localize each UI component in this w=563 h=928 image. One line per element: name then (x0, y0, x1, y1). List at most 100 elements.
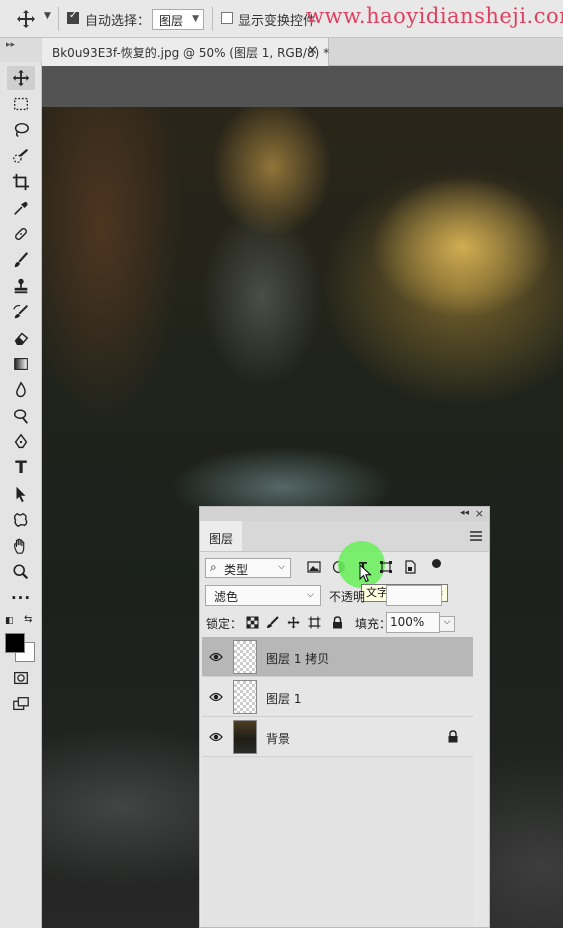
hand-icon (14, 538, 25, 554)
image-icon (307, 561, 321, 573)
panel-menu-icon[interactable] (470, 531, 482, 541)
layer-row[interactable]: 图层 1 拷贝 (202, 637, 473, 677)
screen-mode-button[interactable] (7, 692, 35, 716)
pen-icon (14, 433, 28, 449)
blur-tool[interactable] (7, 378, 35, 402)
filter-toggle-icon[interactable] (432, 559, 441, 568)
tab-layers[interactable]: 图层 (200, 521, 242, 551)
layers-empty-area (202, 757, 473, 927)
document-tab[interactable]: Bk0u93E3f-恢复的.jpg @ 50% (图层 1, RGB/8) * … (42, 38, 329, 66)
shape-icon (380, 561, 392, 573)
move-icon (287, 616, 299, 628)
path-select-icon (16, 486, 26, 503)
history-brush-tool[interactable] (7, 300, 35, 324)
layer-thumbnail[interactable] (233, 640, 257, 674)
eye-icon[interactable] (209, 651, 223, 663)
lock-all-button[interactable] (329, 614, 345, 630)
collapse-panel-icon[interactable]: ◂◂ (460, 508, 469, 518)
close-panel-icon[interactable]: × (475, 507, 484, 520)
more-tools-icon: ··· (10, 589, 32, 607)
path-select-tool[interactable] (7, 482, 35, 506)
fill-field[interactable]: 100% ⌵ (386, 612, 455, 633)
layer-row[interactable]: 图层 1 (202, 677, 473, 717)
eye-icon[interactable] (209, 731, 223, 743)
document-tab-title: Bk0u93E3f-恢复的.jpg @ 50% (图层 1, RGB/8) * (52, 46, 330, 60)
eye-icon[interactable] (209, 691, 223, 703)
brush-tool[interactable] (7, 248, 35, 272)
auto-select-target-select[interactable]: 图层 ▼ (152, 9, 204, 30)
panel-header-strip: ◂◂ × (200, 507, 489, 521)
quick-mask-icon (14, 671, 28, 685)
dodge-tool[interactable] (7, 404, 35, 428)
blur-icon (16, 381, 26, 398)
move-icon (12, 69, 30, 87)
lock-artboard-button[interactable] (306, 614, 322, 630)
panel-collapse-icon[interactable]: ▸▸ (6, 40, 15, 50)
eraser-icon (14, 332, 29, 346)
shape-tool[interactable] (7, 508, 35, 532)
pen-tool[interactable] (7, 430, 35, 454)
opacity-field[interactable] (386, 585, 442, 606)
crop-tool[interactable] (7, 170, 35, 194)
layer-thumbnail[interactable] (233, 720, 257, 754)
clone-stamp-tool[interactable] (7, 274, 35, 298)
healing-brush-tool[interactable] (7, 222, 35, 246)
lock-label: 锁定： (206, 617, 243, 631)
smart-object-icon (405, 560, 416, 574)
lock-position-button[interactable] (285, 614, 301, 630)
shape-icon (13, 512, 28, 528)
layer-row[interactable]: 背景 (202, 717, 473, 757)
layers-list: 图层 1 拷贝 图层 1 背景 (202, 637, 473, 757)
eyedropper-tool[interactable] (7, 196, 35, 220)
chevron-down-icon[interactable]: ⌵ (439, 616, 455, 632)
show-transform-label: 显示变换控件 (238, 14, 317, 29)
type-icon: T (15, 458, 27, 478)
crop-icon (12, 173, 30, 191)
chevron-down-icon: ▼ (192, 14, 199, 24)
close-icon[interactable]: × (307, 43, 318, 58)
lock-transparent-button[interactable] (244, 614, 260, 630)
layer-name[interactable]: 背景 (266, 730, 290, 747)
marquee-icon (14, 97, 28, 111)
eyedropper-icon (14, 201, 28, 215)
layer-name[interactable]: 图层 1 (266, 690, 301, 707)
blend-mode-select[interactable]: 滤色 ⌵ (205, 585, 321, 606)
eraser-tool[interactable] (7, 326, 35, 350)
search-icon: ⌕ (210, 560, 217, 574)
lasso-tool[interactable] (7, 118, 35, 142)
layer-name[interactable]: 图层 1 拷贝 (266, 650, 329, 667)
watermark: www.haoyidiansheji.com (306, 4, 563, 28)
type-tool[interactable]: T (7, 456, 35, 480)
smart-object-filter-button[interactable] (402, 559, 418, 575)
quick-mask-button[interactable] (7, 666, 35, 690)
marquee-tool[interactable] (7, 92, 35, 116)
auto-select-checkbox[interactable] (67, 10, 79, 24)
lock-pixels-button[interactable] (264, 614, 280, 630)
blend-mode-value: 滤色 (214, 590, 239, 604)
brush-icon (14, 252, 29, 268)
default-colors-icon[interactable]: ◧ (5, 616, 14, 626)
filter-kind-select[interactable]: ⌕ 类型 ⌵ (205, 558, 291, 578)
swap-colors-icon[interactable]: ⇆ (24, 614, 32, 625)
layer-thumbnail[interactable] (233, 680, 257, 714)
quick-select-tool[interactable] (7, 144, 35, 168)
move-tool-preset-icon[interactable] (16, 9, 38, 29)
shape-layer-filter-button[interactable] (378, 559, 394, 575)
pixel-layer-filter-button[interactable] (306, 559, 322, 575)
gradient-tool[interactable] (7, 352, 35, 376)
move-tool[interactable] (7, 66, 35, 90)
foreground-color-swatch[interactable] (5, 633, 25, 653)
filter-kind-value: 类型 (224, 563, 249, 577)
hand-tool[interactable] (7, 534, 35, 558)
chevron-down-icon: ⌵ (307, 590, 314, 600)
more-tools-button[interactable]: ··· (7, 586, 35, 610)
lock-icon (332, 615, 342, 628)
separator (212, 7, 213, 31)
quick-select-icon (13, 148, 29, 163)
lasso-icon (14, 122, 29, 137)
separator (58, 7, 59, 31)
layers-panel: ◂◂ × 图层 ⌕ 类型 ⌵ T 文字图层过滤器 滤色 ⌵ 不透明 锁定： (199, 506, 490, 928)
chevron-down-icon[interactable]: ▼ (44, 11, 51, 21)
show-transform-checkbox[interactable] (221, 12, 233, 24)
zoom-tool[interactable] (7, 560, 35, 584)
